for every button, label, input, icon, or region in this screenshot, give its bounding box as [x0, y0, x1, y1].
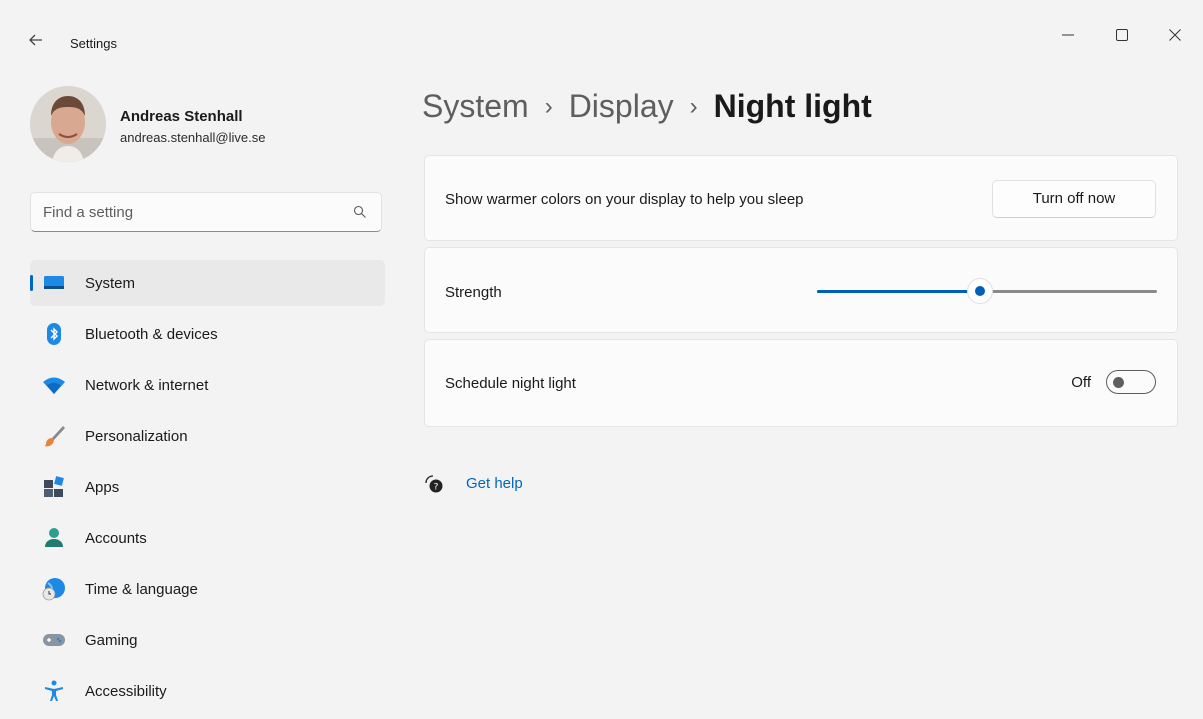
search-input[interactable]: Find a setting — [43, 204, 133, 221]
schedule-state-label: Off — [1071, 374, 1091, 391]
breadcrumb-separator: › — [689, 93, 698, 120]
help-chat-icon: ? — [424, 474, 444, 494]
page-title: Night light — [713, 88, 872, 124]
accounts-icon — [42, 526, 66, 550]
profile-email: andreas.stenhall@live.se — [120, 130, 266, 145]
sidebar-item-label: Accounts — [85, 530, 147, 547]
breadcrumb-separator: › — [544, 93, 553, 120]
strength-slider[interactable] — [817, 278, 1157, 304]
sidebar-item-accounts[interactable]: Accounts — [30, 515, 385, 561]
turn-off-now-button[interactable]: Turn off now — [992, 180, 1156, 218]
avatar[interactable] — [30, 86, 106, 162]
sidebar-item-label: Gaming — [85, 632, 138, 649]
sidebar-item-label: Personalization — [85, 428, 188, 445]
maximize-icon — [1116, 29, 1128, 41]
profile-name: Andreas Stenhall — [120, 108, 243, 125]
search-box[interactable]: Find a setting — [30, 192, 382, 232]
sidebar-item-label: Bluetooth & devices — [85, 326, 218, 343]
accessibility-icon — [42, 679, 66, 703]
sidebar-item-label: Time & language — [85, 581, 198, 598]
minimize-button[interactable] — [1048, 20, 1088, 50]
minimize-icon — [1062, 34, 1074, 36]
sidebar-item-apps[interactable]: Apps — [30, 464, 385, 510]
strength-card: Strength — [424, 247, 1178, 333]
search-icon[interactable] — [353, 205, 367, 224]
brush-icon — [42, 424, 66, 448]
sidebar-item-label: System — [85, 275, 136, 292]
sidebar-item-bluetooth[interactable]: Bluetooth & devices — [30, 311, 385, 357]
apps-icon — [42, 475, 66, 499]
sidebar-item-label: Network & internet — [85, 377, 209, 394]
user-profile: Andreas Stenhall andreas.stenhall@live.s… — [30, 86, 390, 162]
breadcrumb-display[interactable]: Display — [569, 88, 674, 124]
schedule-card: Schedule night light Off — [424, 339, 1178, 427]
sidebar-item-accessibility[interactable]: Accessibility — [30, 668, 385, 714]
night-light-description: Show warmer colors on your display to he… — [445, 191, 804, 208]
user-photo-icon — [30, 86, 106, 162]
app-title: Settings — [70, 36, 117, 51]
slider-fill — [817, 290, 981, 293]
slider-thumb[interactable] — [968, 279, 993, 303]
close-button[interactable] — [1155, 20, 1195, 50]
breadcrumb: System › Display › Night light — [422, 88, 872, 125]
sidebar-item-time-language[interactable]: Time & language — [30, 566, 385, 612]
schedule-label: Schedule night light — [445, 375, 576, 392]
sidebar-item-gaming[interactable]: Gaming — [30, 617, 385, 663]
globe-clock-icon — [42, 577, 66, 601]
title-bar: Settings — [0, 0, 1203, 80]
system-icon — [42, 271, 66, 295]
close-icon — [1169, 29, 1181, 41]
sidebar-item-personalization[interactable]: Personalization — [30, 413, 385, 459]
breadcrumb-system[interactable]: System — [422, 88, 529, 124]
gamepad-icon — [42, 628, 66, 652]
wifi-icon — [42, 373, 66, 397]
sidebar-item-label: Apps — [85, 479, 120, 496]
sidebar-item-label: Accessibility — [85, 683, 167, 700]
maximize-button[interactable] — [1102, 20, 1142, 50]
night-light-toggle-card: Show warmer colors on your display to he… — [424, 155, 1178, 241]
sidebar-nav: System Bluetooth & devices Network & int… — [30, 260, 385, 719]
svg-text:?: ? — [434, 483, 439, 493]
strength-label: Strength — [445, 284, 502, 301]
sidebar-item-network[interactable]: Network & internet — [30, 362, 385, 408]
toggle-knob — [1113, 377, 1124, 388]
schedule-toggle[interactable] — [1106, 370, 1156, 394]
bluetooth-icon — [42, 322, 66, 346]
sidebar-item-system[interactable]: System — [30, 260, 385, 306]
get-help-link[interactable]: Get help — [466, 475, 523, 492]
active-indicator — [30, 275, 33, 291]
back-arrow-icon[interactable] — [24, 28, 48, 52]
